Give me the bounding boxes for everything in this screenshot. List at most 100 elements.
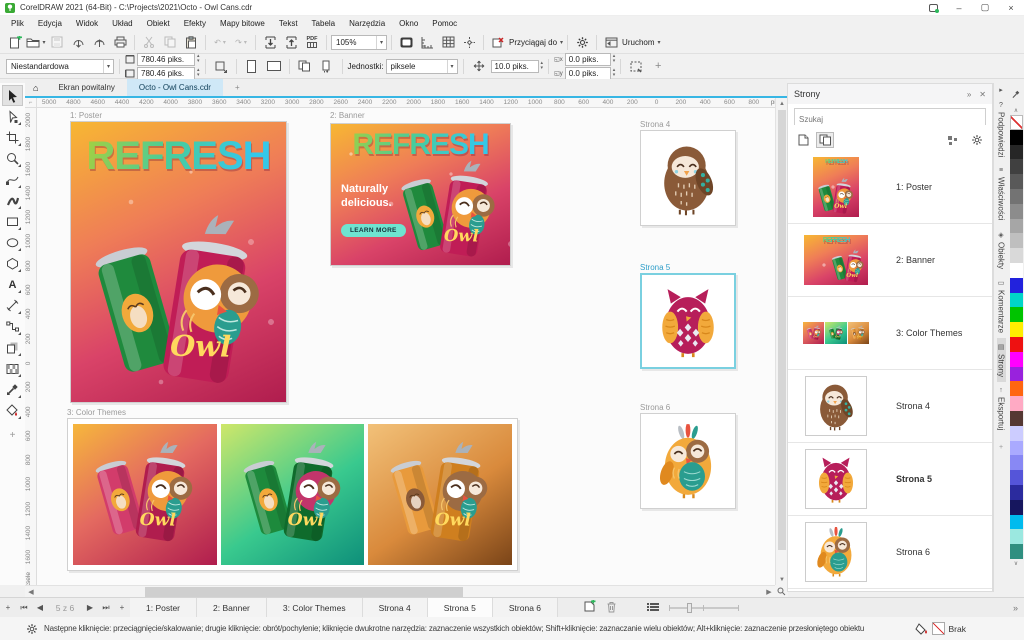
docker-collapse-icon[interactable]: » [967,90,971,99]
options-gear-icon[interactable] [572,33,592,51]
print-icon[interactable] [110,33,130,51]
dimension-tool[interactable] [2,295,23,316]
all-pages-icon[interactable] [295,57,315,75]
artistic-media-tool[interactable] [2,190,23,211]
dup-x-stepper[interactable]: ▴▾ [613,54,616,64]
tab-obiekty[interactable]: ◈Obiekty [997,226,1006,274]
redo-icon[interactable]: ↷▾ [231,33,251,51]
color-swatch[interactable] [1010,248,1023,263]
vertical-ruler[interactable]: 2000180016001400120010008006004002000200… [25,108,37,585]
add-page-after-button[interactable]: + [114,598,130,617]
menu-efekty[interactable]: Efekty [177,19,213,28]
dup-y-stepper[interactable]: ▴▾ [613,68,616,78]
polygon-tool[interactable] [2,253,23,274]
color-swatch[interactable] [1010,263,1023,278]
artboard-strona5[interactable] [640,273,736,369]
color-swatch[interactable] [1010,322,1023,337]
color-swatch[interactable] [1010,278,1023,293]
units-select[interactable]: piksele▾ [386,59,458,74]
horizontal-scrollbar[interactable]: ◀ ▶ [25,585,775,597]
zoom-level-combo[interactable]: 105%▾ [331,35,387,50]
nudge-stepper[interactable]: ▴▾ [541,61,544,71]
undo-icon[interactable]: ↶▾ [210,33,230,51]
rectangle-tool[interactable] [2,211,23,232]
last-page-button[interactable]: ⏭ [98,598,114,617]
crop-tool[interactable] [2,127,23,148]
add-page-before-button[interactable]: + [0,598,16,617]
page-tab-themes[interactable]: 3: Color Themes [267,598,363,617]
menu-plik[interactable]: Plik [4,19,31,28]
color-swatch[interactable] [1010,411,1023,426]
current-page-icon[interactable] [317,57,337,75]
document-tab-active[interactable]: Octo - Owl Cans.cdr [127,79,223,96]
color-swatch[interactable] [1010,544,1023,559]
color-swatch[interactable] [1010,352,1023,367]
artboard-color-themes[interactable] [67,418,518,571]
color-swatch[interactable] [1010,159,1023,174]
new-document-icon[interactable] [5,33,25,51]
copy-icon[interactable] [160,33,180,51]
color-swatch[interactable] [1010,441,1023,456]
artboard-banner[interactable]: REFRESH Naturallydelicious. LEARN MORE [330,123,511,266]
zoom-tool[interactable] [2,148,23,169]
transparency-tool[interactable] [2,358,23,379]
color-swatch[interactable] [1010,485,1023,500]
color-swatch[interactable] [1010,189,1023,204]
add-docker-button[interactable]: + [999,444,1003,451]
shape-tool[interactable] [2,106,23,127]
restore-button[interactable]: ▢ [972,0,998,15]
autofit-page-icon[interactable] [211,57,231,75]
menu-edycja[interactable]: Edycja [31,19,69,28]
horizontal-ruler[interactable]: 5000480046004400420040003800360034003200… [37,98,775,108]
menu-narzedzia[interactable]: Narzędzia [342,19,392,28]
page-tab-strona4[interactable]: Strona 4 [363,598,428,617]
pick-tool[interactable] [2,85,23,106]
strip-expand-icon[interactable]: ▸ [999,83,1003,97]
next-page-button[interactable]: ▶ [82,598,98,617]
page-row-strona4[interactable]: Strona 4 [788,370,992,443]
slider-knob[interactable] [687,603,692,613]
menu-okno[interactable]: Okno [392,19,425,28]
horizontal-scroll-thumb[interactable] [145,587,463,597]
page-height-input[interactable] [137,67,195,80]
home-tab-icon[interactable]: ⌂ [25,79,46,96]
publish-pdf-icon[interactable]: PDF [302,33,322,51]
page-row-strona6[interactable]: Strona 6 [788,516,992,589]
new-document-tab-button[interactable]: + [223,79,252,96]
import-icon[interactable] [260,33,280,51]
artboard-strona6[interactable] [640,413,736,509]
page-tab-strona6[interactable]: Strona 6 [493,598,558,617]
page-row-poster[interactable]: REFRESH 1: Poster [788,151,992,224]
color-swatch[interactable] [1010,500,1023,515]
treat-as-filled-icon[interactable] [626,57,646,75]
tab-komentarze[interactable]: ▭Komentarze [997,274,1006,338]
scroll-left-icon[interactable]: ◀ [25,588,37,596]
palette-scroll-up-icon[interactable]: ∧ [1014,105,1018,115]
color-swatch[interactable] [1010,204,1023,219]
chevron-down-icon[interactable]: ▾ [560,39,563,46]
duplicate-y-input[interactable] [565,67,611,80]
smart-fill-tool[interactable] [2,400,23,421]
menu-tekst[interactable]: Tekst [272,19,305,28]
first-page-button[interactable]: ⏮ [16,598,32,617]
menu-mapy-bitowe[interactable]: Mapy bitowe [213,19,272,28]
eyedropper-tool[interactable] [2,379,23,400]
minimize-button[interactable]: – [946,0,972,15]
color-swatch[interactable] [1010,381,1023,396]
paste-icon[interactable] [181,33,201,51]
color-swatch[interactable] [1010,233,1023,248]
color-swatch[interactable] [1010,367,1023,382]
vertical-scrollbar[interactable]: ▲ ▼ [775,98,787,585]
run-label[interactable]: Uruchom [622,38,654,47]
fill-color-icon[interactable] [915,622,928,635]
color-swatch[interactable] [1010,455,1023,470]
launch-app-icon[interactable] [601,33,621,51]
artboard-poster[interactable]: REFRESH [70,121,287,403]
thumbnail-size-slider[interactable] [669,607,739,609]
chevron-down-icon[interactable]: ▾ [658,39,661,46]
color-swatch[interactable] [1010,293,1023,308]
show-grid-icon[interactable] [438,33,458,51]
color-swatch[interactable] [1010,307,1023,322]
vertical-scroll-thumb[interactable] [778,110,786,550]
menu-obiekt[interactable]: Obiekt [140,19,177,28]
